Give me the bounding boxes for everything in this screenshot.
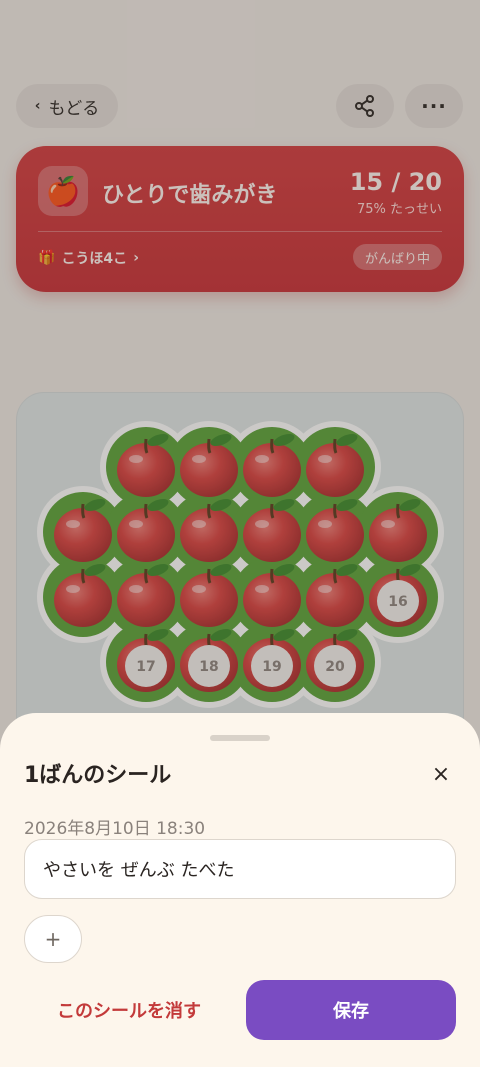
save-button[interactable]: 保存	[246, 980, 456, 1040]
plus-icon: +	[44, 927, 62, 951]
sheet-title: 1ばんのシール	[24, 763, 172, 788]
sheet-drag-handle[interactable]	[210, 735, 270, 741]
goal-detail-page: ‹ もどる ··· 🍎 ひとりで歯みがき 15 / 20 75% たっせい 🎁 …	[0, 0, 480, 1067]
sticker-date: 2026年8月10日 18:30	[24, 819, 206, 839]
delete-sticker-button[interactable]: このシールを消す	[24, 981, 234, 1039]
add-button[interactable]: +	[24, 915, 82, 963]
sticker-detail-sheet: 1ばんのシール × 2026年8月10日 18:30 やさいを ぜんぶ たべた …	[0, 713, 480, 1067]
memo-input[interactable]: やさいを ぜんぶ たべた	[24, 839, 456, 899]
close-icon[interactable]: ×	[426, 759, 456, 789]
